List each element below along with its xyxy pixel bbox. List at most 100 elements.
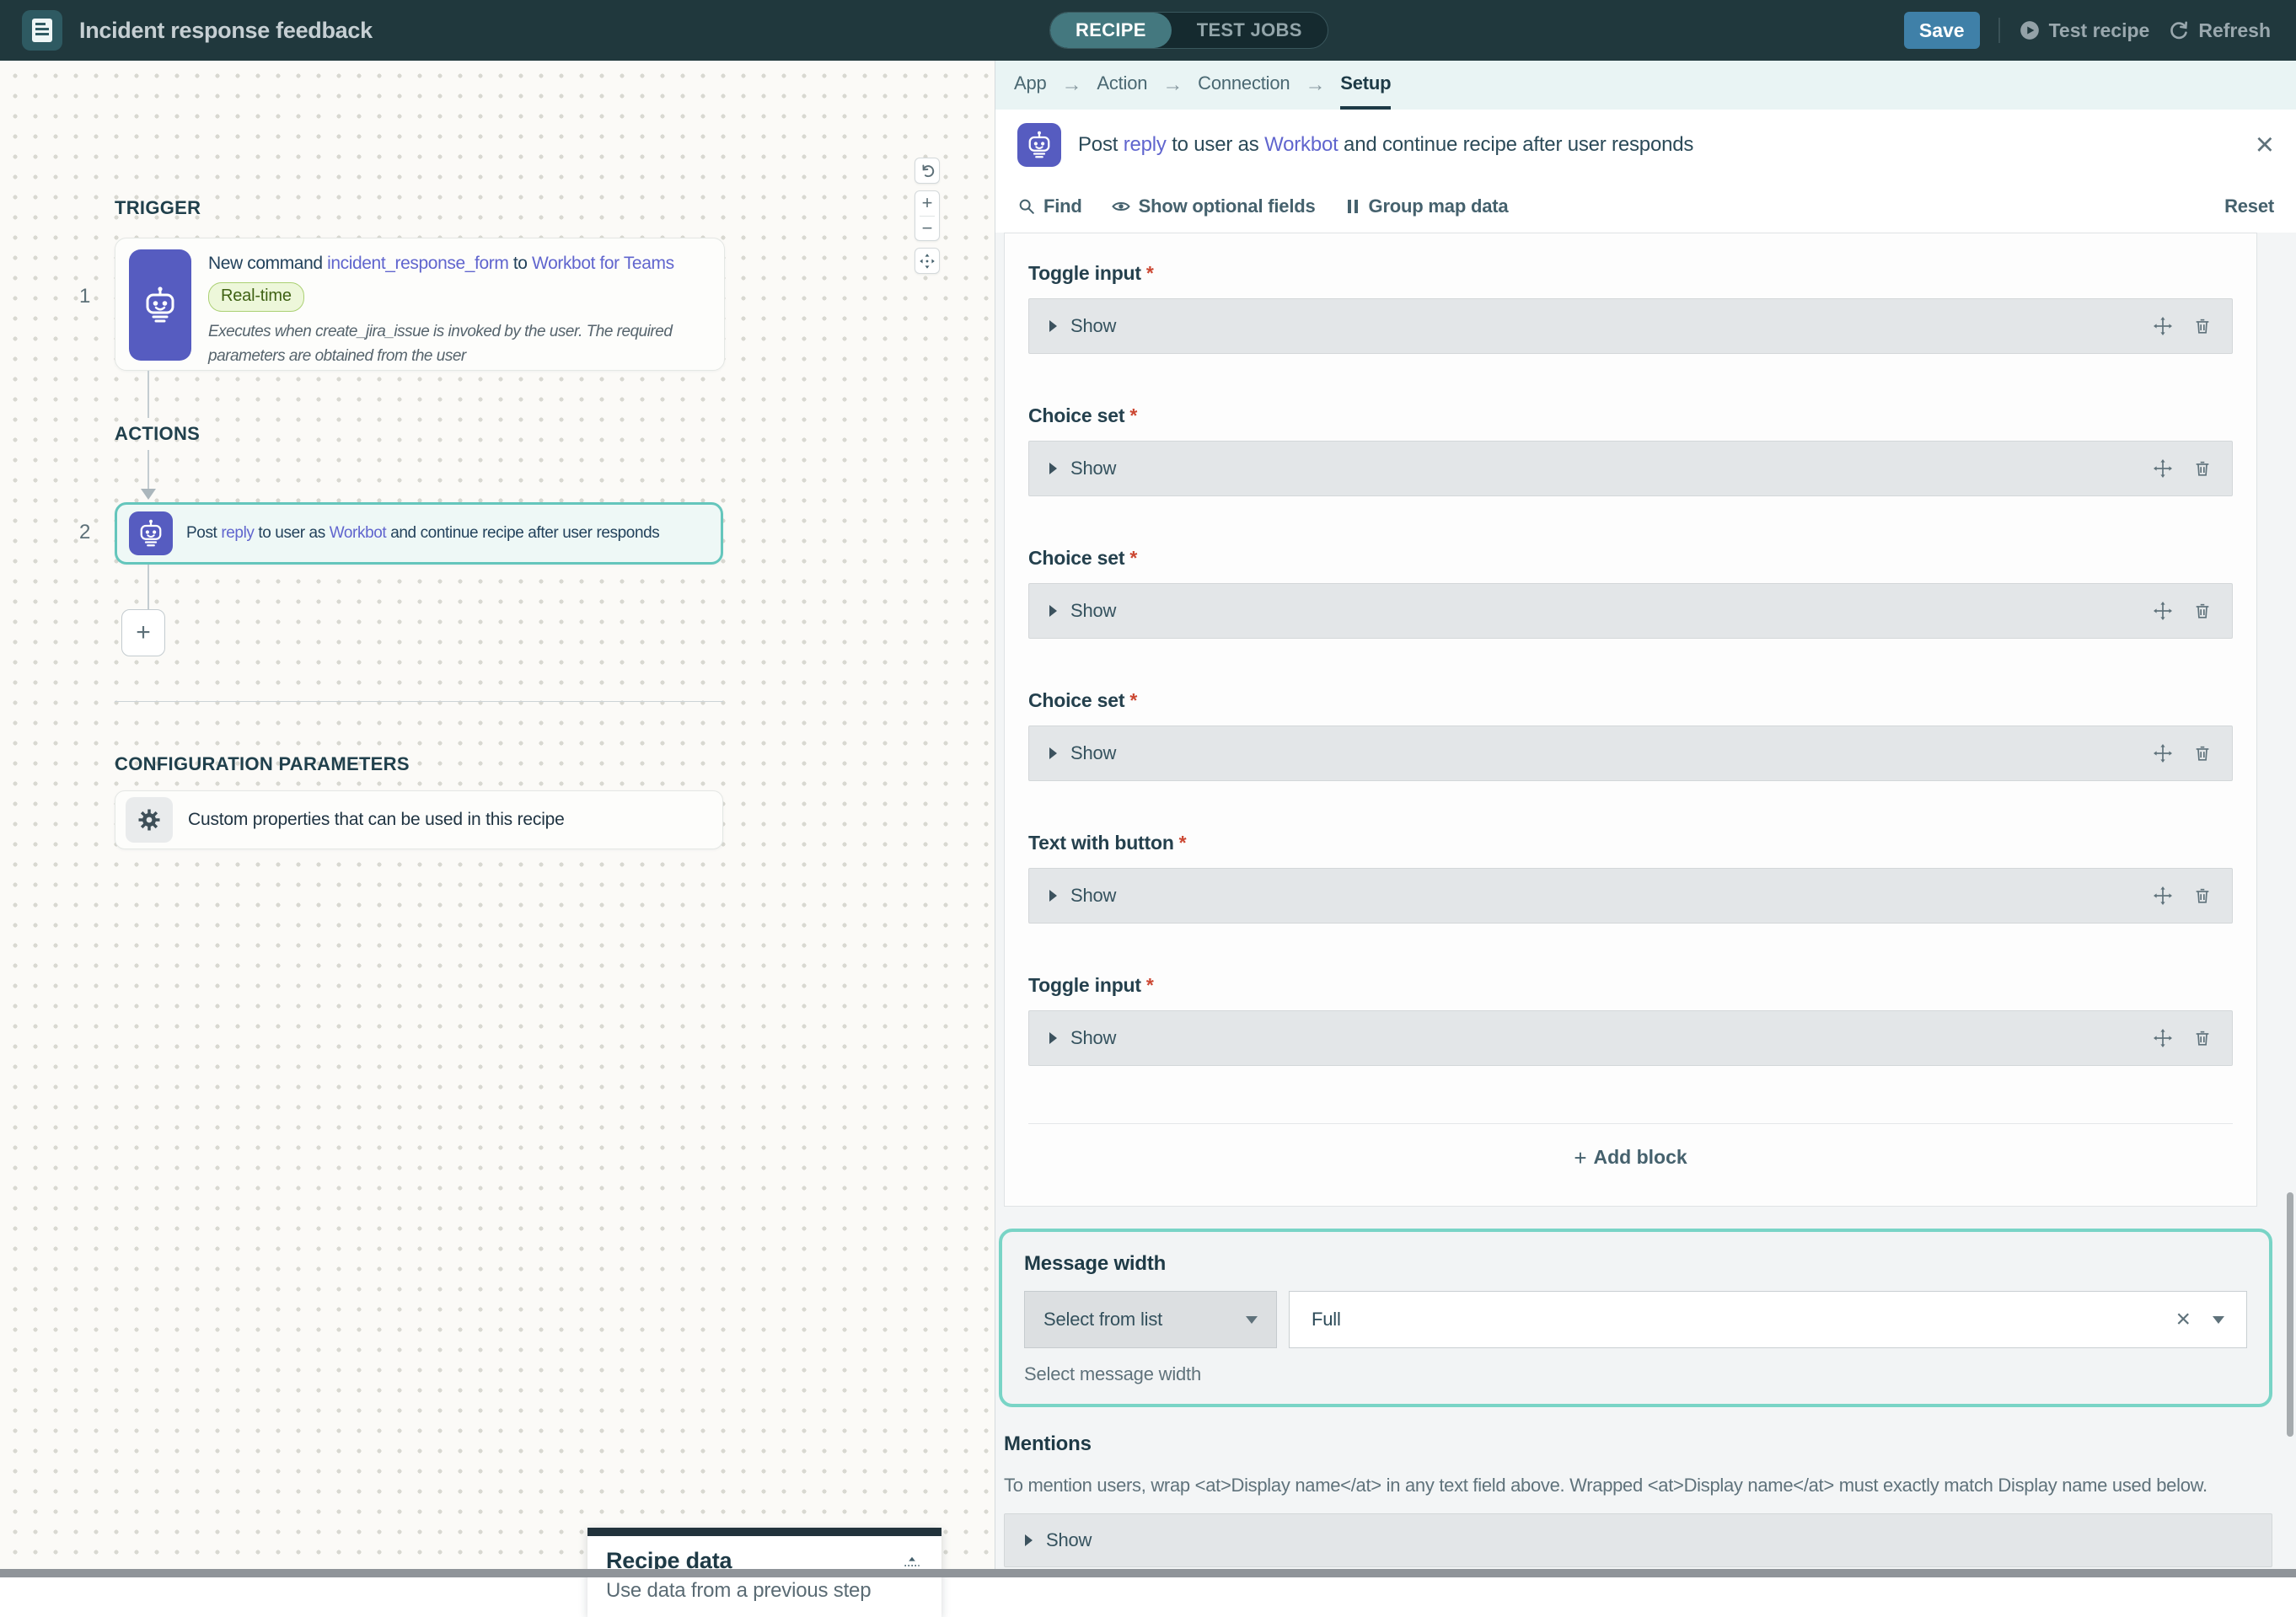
trigger-app-link[interactable]: Workbot for Teams [532,254,674,273]
field-label: Choice set* [1028,547,2233,570]
document-icon [31,18,53,43]
refresh-button[interactable]: Refresh [2168,19,2271,42]
arrow-right-icon: → [1305,61,1325,110]
form-field-block: Choice set* Show [1028,404,2233,496]
field-label: Choice set* [1028,689,2233,712]
add-icon: + [136,618,151,647]
close-icon[interactable]: × [2256,129,2274,161]
save-button[interactable]: Save [1904,12,1980,49]
trash-icon[interactable] [2193,316,2212,336]
tab-recipe[interactable]: RECIPE [1050,13,1172,48]
trash-icon[interactable] [2193,458,2212,479]
fields-list: Toggle input* Show [1028,262,2233,1066]
field-show-toggle[interactable]: Show [1028,1010,2233,1066]
field-show-toggle[interactable]: Show [1028,726,2233,781]
workbot-icon [129,511,173,555]
recipe-icon[interactable] [22,10,62,51]
test-recipe-button[interactable]: Test recipe [2019,19,2150,42]
detail-content[interactable]: Toggle input* Show [995,233,2296,1569]
message-width-section-highlighted: Message width Select from list Full × Se… [999,1229,2272,1407]
field-show-toggle[interactable]: Show [1028,441,2233,496]
trash-icon[interactable] [2193,601,2212,621]
move-icon[interactable] [2153,886,2173,906]
form-field-block: Choice set* Show [1028,689,2233,781]
move-icon[interactable] [2153,601,2173,621]
scrollbar-thumb[interactable] [2287,1192,2293,1437]
move-icon[interactable] [2153,743,2173,763]
arrow-right-icon: → [1062,61,1082,110]
pan-icon [919,253,936,270]
connector-line [148,450,149,489]
trigger-section-label: TRIGGER [115,197,201,219]
search-icon [1017,197,1036,216]
move-icon[interactable] [2153,458,2173,479]
arrow-right-icon: → [1162,61,1183,110]
required-marker: * [1146,262,1154,284]
field-label: Toggle input* [1028,262,2233,285]
group-map-icon [1344,197,1361,216]
form-field-block: Toggle input* Show [1028,974,2233,1066]
trigger-step-card[interactable]: New command incident_response_form to Wo… [115,238,725,371]
trash-icon[interactable] [2193,1028,2212,1048]
eye-icon [1111,196,1131,217]
breadcrumb-item-action[interactable]: Action [1097,61,1147,110]
move-icon[interactable] [2153,316,2173,336]
divider [1998,18,2000,43]
blocks-panel: Toggle input* Show [1004,233,2257,1207]
breadcrumb-item-connection[interactable]: Connection [1198,61,1290,110]
add-step-button[interactable]: + [121,609,165,656]
trigger-command-link[interactable]: incident_response_form [327,254,508,273]
pan-button[interactable] [915,248,940,274]
add-block-button[interactable]: + Add block [1574,1146,1687,1169]
group-map-data-button[interactable]: Group map data [1344,195,1509,217]
trash-icon[interactable] [2193,886,2212,906]
undo-icon [919,163,936,179]
zoom-out-icon[interactable]: − [922,219,933,238]
zoom-control: + − [915,190,940,241]
mentions-help-text: To mention users, wrap <at>Display name<… [1004,1475,2272,1497]
detail-header: Post reply to user as Workbot and contin… [995,110,2296,180]
mentions-label: Mentions [1004,1432,2272,1456]
show-optional-fields-button[interactable]: Show optional fields [1111,195,1316,217]
mentions-show-toggle[interactable]: Show [1004,1513,2272,1567]
mentions-section: Mentions To mention users, wrap <at>Disp… [1004,1432,2272,1567]
config-parameters-card[interactable]: Custom properties that can be used in th… [115,790,723,849]
detail-reply-link[interactable]: reply [1124,133,1167,156]
actions-section-label: ACTIONS [115,423,200,445]
field-show-toggle[interactable]: Show [1028,298,2233,354]
chevron-right-icon [1049,1032,1057,1044]
field-show-toggle[interactable]: Show [1028,868,2233,924]
required-marker: * [1129,404,1137,426]
breadcrumb-item-app[interactable]: App [1014,61,1047,110]
trash-icon[interactable] [2193,743,2212,763]
clear-icon[interactable]: × [2175,1307,2191,1332]
message-width-hint: Select message width [1024,1363,2247,1385]
breadcrumb-item-setup[interactable]: Setup [1340,61,1391,110]
field-show-toggle[interactable]: Show [1028,583,2233,639]
connector-line [148,371,149,418]
action-app-link[interactable]: Workbot [330,524,387,542]
recipe-testjobs-toggle: RECIPE TEST JOBS [1049,12,1328,49]
tab-test-jobs[interactable]: TEST JOBS [1172,13,1328,48]
reset-view-button[interactable] [915,158,940,184]
workbot-icon [1017,123,1061,167]
chevron-down-icon[interactable] [2213,1316,2224,1324]
input-mode-select[interactable]: Select from list [1024,1291,1277,1348]
message-width-field[interactable]: Full × [1289,1291,2247,1348]
find-button[interactable]: Find [1017,195,1082,217]
required-marker: * [1129,689,1137,711]
action-step-card-selected[interactable]: Post reply to user as Workbot and contin… [115,502,723,565]
action-reply-link[interactable]: reply [221,524,254,542]
detail-app-link[interactable]: Workbot [1264,133,1338,156]
step-number-2: 2 [79,521,90,544]
step-detail-panel: App → Action → Connection → Setup Post reply t… [995,61,2296,1577]
move-icon[interactable] [2153,1028,2173,1048]
recipe-canvas[interactable]: TRIGGER 1 New command incident_response_… [0,61,995,1577]
divider [1028,1123,2233,1124]
recipe-data-subtitle: Use data from a previous step [606,1579,923,1603]
trigger-step-title: New command incident_response_form to Wo… [208,254,709,274]
zoom-in-icon[interactable]: + [922,194,933,212]
topbar-actions: Save Test recipe Refresh [1904,0,2271,61]
reset-button[interactable]: Reset [2224,195,2274,217]
chevron-right-icon [1049,890,1057,902]
